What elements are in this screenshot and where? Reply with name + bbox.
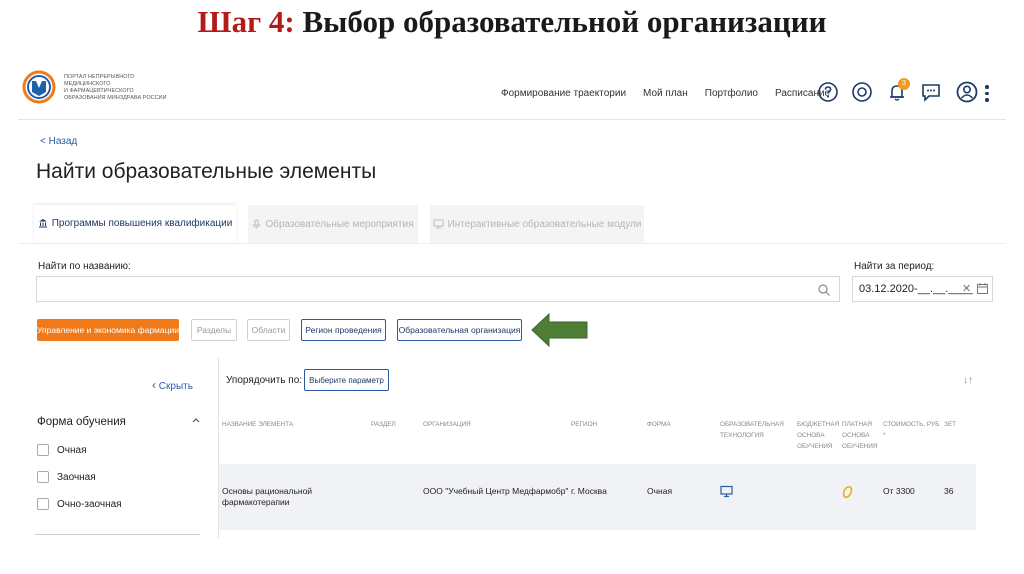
sort-label: Упорядочить по:: [226, 375, 303, 386]
main-nav: Формирование траектории Мой план Портфол…: [501, 88, 830, 99]
search-input[interactable]: [36, 276, 840, 302]
more-icon[interactable]: [985, 85, 989, 103]
col-technology: Образовательная технология: [720, 421, 784, 439]
row-zet: 36: [944, 486, 954, 496]
search-label: Найти по названию:: [38, 261, 131, 272]
tabs-divider: [18, 243, 1006, 244]
calendar-icon[interactable]: [976, 282, 989, 295]
tab-educational-events[interactable]: Образовательные мероприятия: [248, 205, 418, 243]
row-form: Очная: [647, 486, 673, 496]
period-value: 03.12.2020-__.__.____: [859, 283, 973, 295]
option-part-time[interactable]: Очно-заочная: [37, 498, 122, 510]
nav-trajectory[interactable]: Формирование траектории: [501, 88, 626, 99]
monitor-icon: [720, 485, 733, 498]
col-budget: Бюджетная основа обучения: [797, 421, 840, 450]
option-full-time[interactable]: Очная: [37, 444, 87, 456]
col-region: Регион: [571, 421, 598, 428]
row-organization: ООО "Учебный Центр Медфармобр": [423, 486, 569, 496]
chat-icon[interactable]: [920, 81, 942, 103]
portal-header: Портал непрерывного медицинского и фарма…: [18, 66, 1006, 120]
sort-order-icon[interactable]: ↓↑: [963, 375, 973, 386]
form-of-study-title: Форма обучения: [37, 416, 126, 428]
coin-icon: [842, 486, 853, 498]
filter-areas[interactable]: Области: [247, 319, 290, 341]
checkbox[interactable]: [37, 471, 49, 483]
col-organization: Организация: [423, 421, 471, 428]
tab-qualification-programs[interactable]: Программы повышения квалификации: [34, 205, 236, 243]
col-paid: Платная основа обучения: [842, 421, 878, 450]
chevron-up-icon[interactable]: [192, 417, 200, 423]
tab-interactive-modules[interactable]: Интерактивные образовательные модули: [430, 205, 644, 243]
help-icon[interactable]: [817, 81, 839, 103]
search-icon[interactable]: [817, 283, 831, 297]
page-title: Найти образовательные элементы: [36, 160, 377, 183]
filter-educational-organization[interactable]: Образовательная организация: [397, 319, 522, 341]
nav-my-plan[interactable]: Мой план: [643, 88, 688, 99]
sidebar-divider: [35, 534, 200, 535]
period-label: Найти за период:: [854, 261, 935, 272]
filter-region[interactable]: Регион проведения: [301, 319, 386, 341]
row-cost: От 3300: [883, 486, 915, 496]
col-section: Раздел: [371, 421, 396, 428]
row-region: г. Москва: [571, 486, 607, 496]
filter-pharmacy-management[interactable]: Управление и экономика фармации: [37, 319, 179, 341]
back-link[interactable]: < Назад: [40, 136, 77, 147]
monitor-icon: [433, 219, 444, 229]
filter-sections[interactable]: Разделы: [191, 319, 237, 341]
portal-logo-icon[interactable]: [22, 70, 56, 104]
row-name[interactable]: Основы рациональной фармакотерапии: [222, 486, 312, 508]
checkbox[interactable]: [37, 444, 49, 456]
col-form: Форма: [647, 421, 671, 428]
clear-icon[interactable]: ✕: [962, 282, 971, 295]
slide-heading: Выбор образовательной организации: [302, 4, 827, 39]
notification-badge: 3: [898, 78, 910, 90]
sort-parameter-button[interactable]: Выберите параметр: [304, 369, 389, 391]
slide-title: Шаг 4: Выбор образовательной организации: [0, 4, 1024, 40]
hide-sidebar-link[interactable]: ‹ Скрыть: [152, 378, 193, 392]
mic-icon: [253, 219, 261, 229]
table-row[interactable]: [219, 464, 976, 530]
portal-logo-text: Портал непрерывного медицинского и фарма…: [64, 74, 167, 101]
bank-icon: [38, 219, 47, 228]
col-zet: ЗЕТ: [944, 421, 957, 428]
step-label: Шаг 4:: [197, 4, 295, 39]
col-cost: Стоимость, руб *: [883, 421, 940, 439]
nav-portfolio[interactable]: Портфолио: [705, 88, 758, 99]
period-input[interactable]: 03.12.2020-__.__.____ ✕: [852, 276, 993, 302]
checkbox[interactable]: [37, 498, 49, 510]
pointer-arrow-icon: [531, 312, 588, 348]
location-icon[interactable]: [851, 81, 873, 103]
user-icon[interactable]: [956, 81, 978, 103]
col-name: Название элемента: [222, 421, 294, 428]
option-correspondence[interactable]: Заочная: [37, 471, 96, 483]
